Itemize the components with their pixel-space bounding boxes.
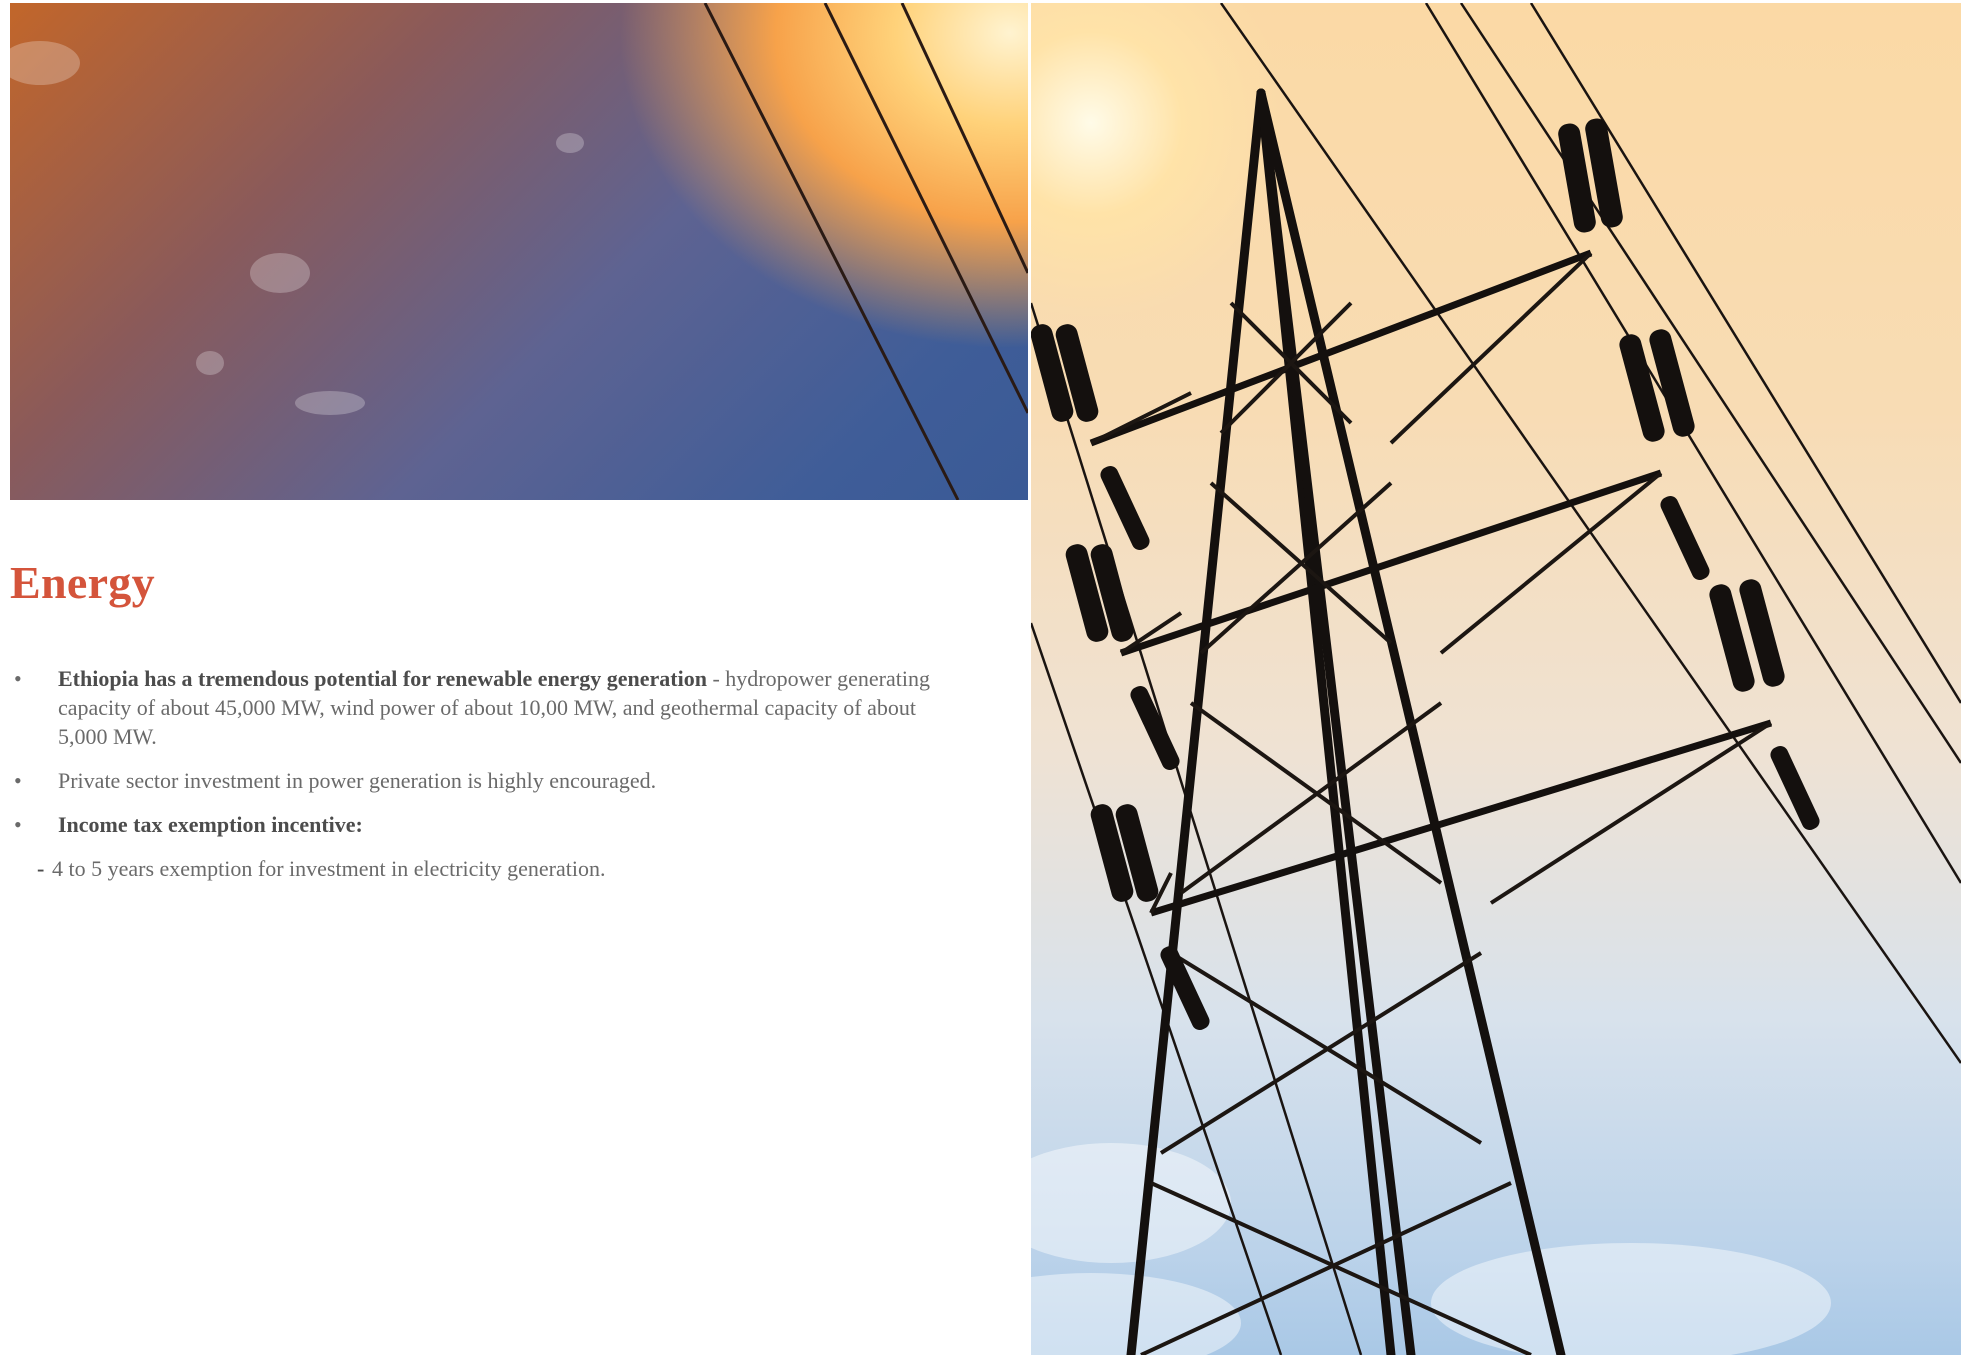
- sub-list-item: - 4 to 5 years exemption for investment …: [10, 854, 960, 883]
- tower-lattice-graphic: [1031, 3, 1961, 1355]
- bullet-text: Private sector investment in power gener…: [58, 768, 657, 793]
- dash-marker: -: [37, 856, 45, 881]
- list-item: • Private sector investment in power gen…: [10, 766, 960, 795]
- list-item: • Ethiopia has a tremendous potential fo…: [10, 664, 960, 751]
- transmission-tower-photo: [1031, 3, 1961, 1355]
- bullet-bold-text: Income tax exemption incentive:: [58, 812, 363, 837]
- sub-item-text: 4 to 5 years exemption for investment in…: [52, 856, 606, 881]
- power-lines-graphic: [10, 3, 1028, 500]
- bullet-icon: •: [14, 768, 22, 793]
- bullet-bold-text: Ethiopia has a tremendous potential for …: [58, 666, 707, 691]
- list-item: • Income tax exemption incentive:: [10, 810, 960, 839]
- bullet-icon: •: [14, 812, 22, 837]
- page-title: Energy: [10, 557, 155, 608]
- energy-content: • Ethiopia has a tremendous potential fo…: [10, 664, 960, 883]
- bullet-icon: •: [14, 666, 22, 691]
- sunset-sky-photo: [10, 3, 1028, 500]
